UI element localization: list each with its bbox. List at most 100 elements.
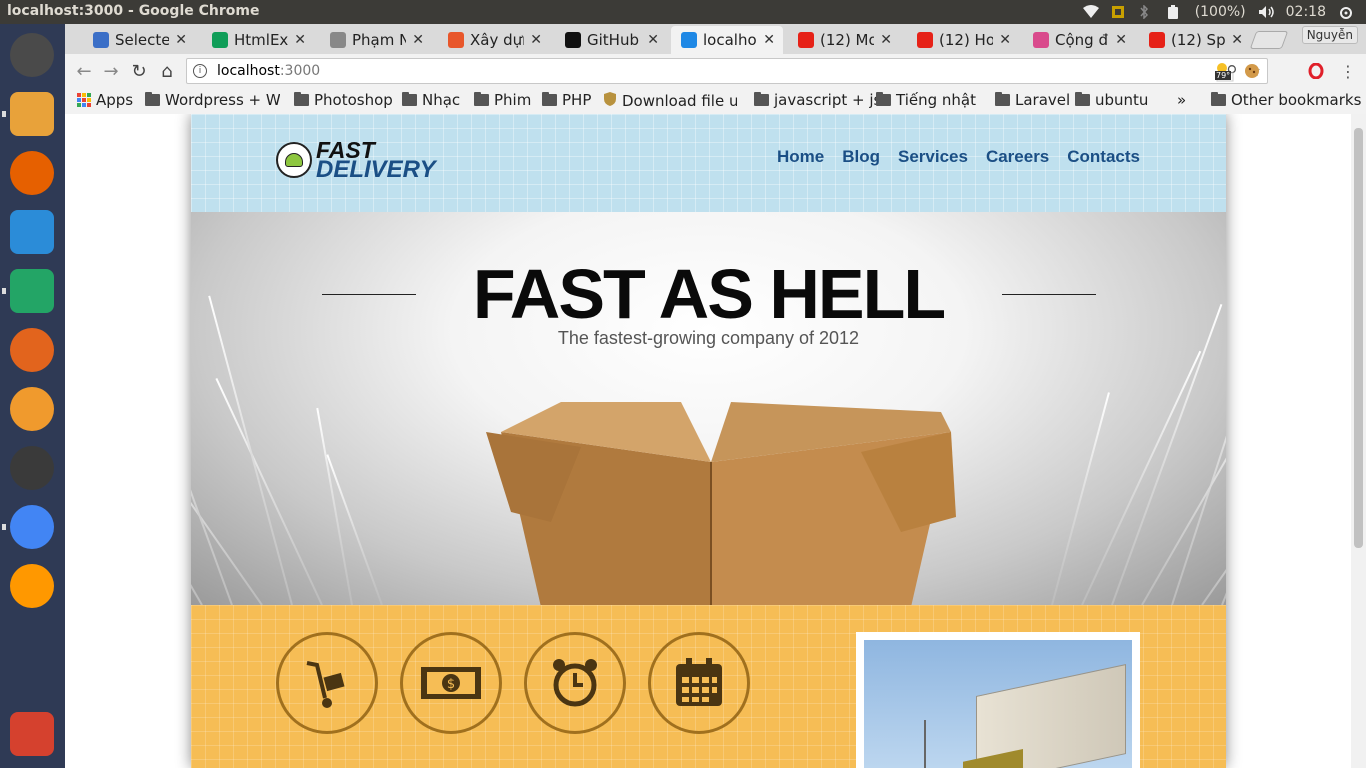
tab-close-icon[interactable]: ✕ (880, 32, 892, 48)
tab-close-icon[interactable]: ✕ (412, 32, 424, 48)
weather-extension-icon[interactable]: 79° (1213, 60, 1235, 82)
tab-0[interactable]: Selected ✕ (83, 26, 195, 54)
firefox-icon[interactable] (10, 151, 54, 195)
wifi-icon[interactable] (1082, 5, 1099, 19)
running-indicator (2, 111, 6, 117)
bookmark-label: Wordpress + Web (165, 91, 280, 109)
folder-icon (542, 92, 557, 106)
tab-close-icon[interactable]: ✕ (294, 32, 306, 48)
tab-favicon-icon (448, 32, 464, 48)
nav-contacts[interactable]: Contacts (1067, 147, 1140, 167)
folder-icon (1075, 92, 1090, 106)
running-indicator (2, 524, 6, 530)
new-tab-button[interactable] (1249, 31, 1289, 49)
terminal-icon[interactable] (10, 446, 54, 490)
writer-icon[interactable] (10, 210, 54, 254)
bookmark-2[interactable]: Photoshop (294, 91, 393, 109)
bookmark-5[interactable]: PHP (542, 91, 591, 109)
ubuntu-dash-icon[interactable] (10, 33, 54, 77)
sublime-icon[interactable] (10, 564, 54, 608)
site-nav: Home Blog Services Careers Contacts (777, 147, 1140, 167)
system-top-panel: localhost:3000 - Google Chrome (100%) 02… (0, 0, 1366, 24)
bookmark-8[interactable]: Tiếng nhật (876, 91, 976, 109)
tab-close-icon[interactable]: ✕ (763, 32, 775, 48)
site-info-icon[interactable]: i (193, 64, 207, 78)
bookmark-label: Laravel (1015, 91, 1071, 109)
bookmark-9[interactable]: Laravel (995, 91, 1070, 109)
page-viewport: FAST DELIVERY Home Blog Services Careers… (65, 114, 1351, 768)
folder-icon (402, 92, 417, 106)
software-center-icon[interactable] (10, 387, 54, 431)
tab-close-icon[interactable]: ✕ (530, 32, 542, 48)
bluetooth-icon[interactable] (1139, 4, 1155, 20)
bookmarks-overflow-button[interactable]: » (1177, 91, 1186, 109)
tab-close-icon[interactable]: ✕ (647, 32, 659, 48)
tab-9[interactable]: (12) Sp ✕ (1139, 26, 1251, 54)
tab-favicon-icon (212, 32, 228, 48)
tab-label: HtmlExe (234, 31, 288, 49)
bookmark-6[interactable]: Download file uT (603, 91, 737, 111)
bookmark-0[interactable]: Apps (77, 91, 133, 109)
other-bookmarks[interactable]: Other bookmarks (1211, 91, 1361, 109)
url-host: localhost (217, 63, 280, 79)
reload-icon[interactable]: ↻ (128, 60, 150, 82)
url-port: :3000 (279, 63, 321, 79)
tab-4[interactable]: GitHub - ✕ (555, 26, 667, 54)
tab-close-icon[interactable]: ✕ (1115, 32, 1127, 48)
features-section: $ (191, 605, 1226, 768)
tab-close-icon[interactable]: ✕ (175, 32, 187, 48)
chrome-icon[interactable] (10, 505, 54, 549)
tab-label: Xây dựng (470, 31, 524, 49)
tab-5[interactable]: localhos ✕ (671, 26, 783, 54)
tab-1[interactable]: HtmlExe ✕ (202, 26, 314, 54)
extension-icon[interactable] (1111, 5, 1127, 19)
tab-favicon-icon (798, 32, 814, 48)
tab-8[interactable]: Cộng đ ✕ (1023, 26, 1135, 54)
nav-services[interactable]: Services (898, 147, 968, 167)
bookmark-10[interactable]: ubuntu (1075, 91, 1148, 109)
money-icon: $ (400, 632, 502, 734)
bookmark-3[interactable]: Nhạc (402, 91, 460, 109)
scrollbar-thumb[interactable] (1354, 128, 1363, 548)
bookmark-4[interactable]: Phim (474, 91, 531, 109)
calc-icon[interactable] (10, 269, 54, 313)
tab-close-icon[interactable]: ✕ (999, 32, 1011, 48)
files-icon[interactable] (10, 92, 54, 136)
tab-label: localhos (703, 31, 757, 49)
volume-icon[interactable] (1258, 5, 1274, 19)
cookie-extension-icon[interactable] (1241, 60, 1263, 82)
site-logo[interactable]: FAST DELIVERY (276, 139, 436, 182)
tab-7[interactable]: (12) Hov ✕ (907, 26, 1019, 54)
tab-2[interactable]: Phạm N ✕ (320, 26, 432, 54)
opera-extension-icon[interactable] (1305, 60, 1327, 82)
bookmark-7[interactable]: javascript + js (754, 91, 881, 109)
tab-6[interactable]: (12) Mor ✕ (788, 26, 900, 54)
folder-icon (474, 92, 489, 106)
address-bar[interactable]: i localhost:3000 ⚲ ☆ (186, 58, 1268, 84)
battery-icon[interactable] (1167, 5, 1183, 19)
forward-arrow-icon[interactable]: → (100, 60, 122, 82)
impress-icon[interactable] (10, 328, 54, 372)
hero-title: FAST AS HELL (472, 255, 946, 333)
trash-icon[interactable] (10, 712, 54, 756)
bookmark-label: ubuntu (1095, 91, 1149, 109)
bookmark-1[interactable]: Wordpress + Web (145, 91, 280, 109)
chrome-menu-icon[interactable]: ⋮ (1337, 60, 1359, 82)
home-icon[interactable]: ⌂ (156, 60, 178, 82)
tab-close-icon[interactable]: ✕ (1231, 32, 1243, 48)
nav-home[interactable]: Home (777, 147, 824, 167)
nav-blog[interactable]: Blog (842, 147, 880, 167)
clock[interactable]: 02:18 (1286, 4, 1326, 20)
back-arrow-icon[interactable]: ← (73, 60, 95, 82)
svg-text:$: $ (447, 677, 455, 692)
tab-3[interactable]: Xây dựng ✕ (438, 26, 550, 54)
folder-icon (876, 92, 891, 106)
calendar-icon (648, 632, 750, 734)
page-scrollbar[interactable] (1351, 114, 1366, 768)
folder-icon (754, 92, 769, 106)
bookmark-label: Photoshop (314, 91, 393, 109)
profile-button[interactable]: Nguyễn (1301, 26, 1358, 44)
battery-percent: (100%) (1194, 4, 1246, 20)
nav-careers[interactable]: Careers (986, 147, 1049, 167)
settings-gear-icon[interactable] (1338, 5, 1354, 19)
